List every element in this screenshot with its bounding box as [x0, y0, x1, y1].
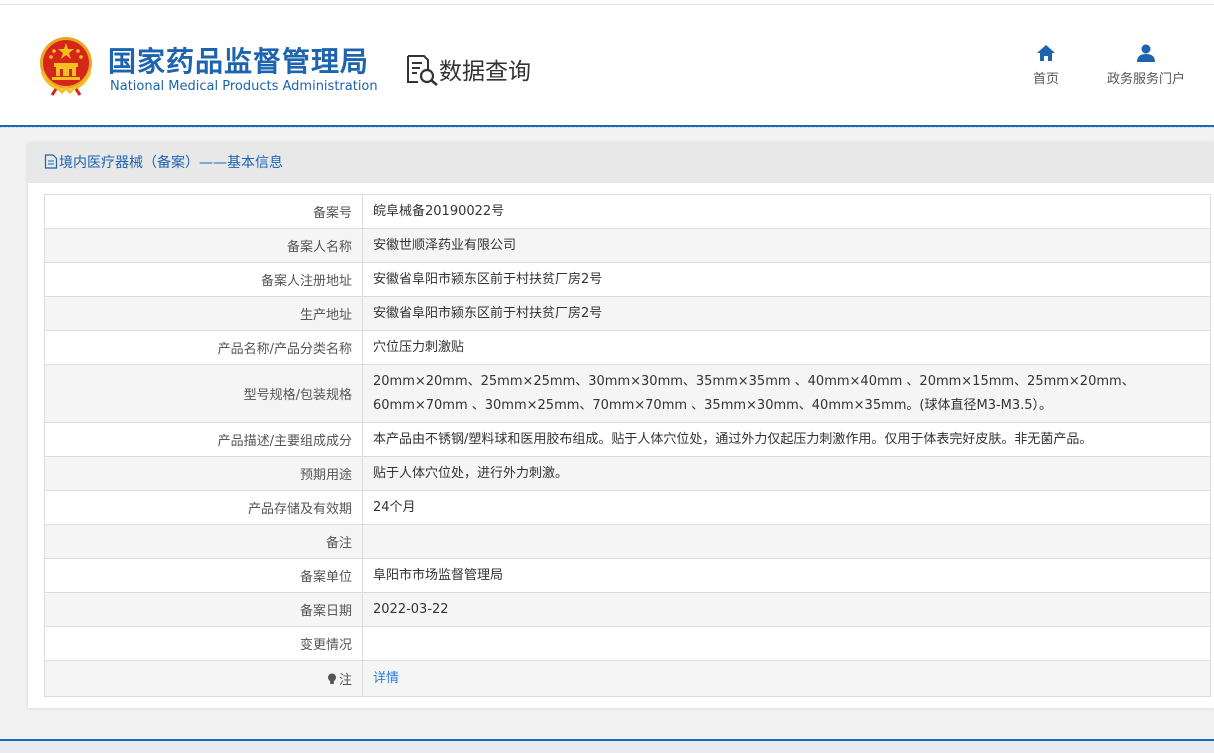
panel-title-bar: 境内医疗器械（备案）——基本信息 — [28, 143, 1214, 183]
row-value: 安徽省阜阳市颍东区前于村扶贫厂房2号 — [362, 262, 1211, 297]
nav-portal-label: 政务服务门户 — [1106, 72, 1185, 87]
row-label: 产品描述/主要组成成分 — [44, 422, 363, 457]
table-row: 备案人注册地址 安徽省阜阳市颍东区前于村扶贫厂房2号 — [44, 262, 1211, 297]
row-label: 产品名称/产品分类名称 — [44, 330, 363, 365]
note-label: 注 — [338, 673, 352, 688]
brand-title-en[interactable]: National Medical Products Administration — [110, 79, 378, 94]
table-row: 备案号 皖阜械备20190022号 — [44, 194, 1211, 229]
row-label: 备案人注册地址 — [44, 262, 363, 297]
row-value: 安徽省阜阳市颍东区前于村扶贫厂房2号 — [362, 296, 1211, 331]
table-row: 注 详情 — [44, 660, 1211, 697]
bulb-icon — [327, 673, 336, 684]
row-value: 24个月 — [362, 490, 1211, 525]
table-row: 型号规格/包装规格 20mm×20mm、25mm×25mm、30mm×30mm、… — [44, 364, 1211, 423]
row-label: 预期用途 — [44, 456, 363, 491]
row-label: 备案单位 — [44, 558, 363, 593]
table-row: 预期用途 贴于人体穴位处，进行外力刺激。 — [44, 456, 1211, 491]
panel-title: 境内医疗器械（备案）——基本信息 — [59, 155, 283, 171]
row-value: 贴于人体穴位处，进行外力刺激。 — [362, 456, 1211, 491]
row-value: 皖阜械备20190022号 — [362, 194, 1211, 229]
row-label: 生产地址 — [44, 296, 363, 331]
table-row: 产品描述/主要组成成分 本产品由不锈钢/塑料球和医用胶布组成。贴于人体穴位处，通… — [44, 422, 1211, 457]
table-row: 备案日期 2022-03-22 — [44, 592, 1211, 627]
header-top-divider — [0, 4, 1214, 5]
row-label: 备案日期 — [44, 592, 363, 627]
row-label: 产品存储及有效期 — [44, 490, 363, 525]
table-row: 生产地址 安徽省阜阳市颍东区前于村扶贫厂房2号 — [44, 296, 1211, 331]
data-query-label: 数据查询 — [439, 59, 531, 85]
row-label: 备注 — [44, 524, 363, 559]
table-row: 产品存储及有效期 24个月 — [44, 490, 1211, 525]
nav-home-label: 首页 — [1032, 72, 1059, 87]
nav-service-portal[interactable]: 政务服务门户 — [1100, 44, 1192, 87]
row-value: 穴位压力刺激贴 — [362, 330, 1211, 365]
row-value: 20mm×20mm、25mm×25mm、30mm×30mm、35mm×35mm … — [362, 364, 1211, 423]
row-value: 本产品由不锈钢/塑料球和医用胶布组成。贴于人体穴位处，通过外力仅起压力刺激作用。… — [362, 422, 1211, 457]
row-label: 注 — [44, 660, 363, 697]
user-icon — [1137, 44, 1155, 62]
brand-title-cn[interactable]: 国家药品监督管理局 — [108, 40, 369, 80]
row-value: 2022-03-22 — [362, 592, 1211, 627]
row-value — [362, 626, 1211, 661]
nav-home[interactable]: 首页 — [1026, 44, 1066, 87]
table-row: 备注 — [44, 524, 1211, 559]
row-label: 型号规格/包装规格 — [44, 364, 363, 423]
record-info-table: 备案号 皖阜械备20190022号 备案人名称 安徽世顺泽药业有限公司 备案人注… — [44, 194, 1211, 697]
row-value: 安徽世顺泽药业有限公司 — [362, 228, 1211, 263]
row-value — [362, 524, 1211, 559]
row-value: 详情 — [362, 660, 1211, 697]
header-dotted-divider — [0, 127, 1214, 128]
row-label: 变更情况 — [44, 626, 363, 661]
document-search-icon — [407, 55, 438, 86]
row-label: 备案人名称 — [44, 228, 363, 263]
details-link[interactable]: 详情 — [373, 671, 399, 686]
national-emblem-icon[interactable] — [38, 36, 94, 96]
home-icon — [1037, 45, 1055, 61]
row-value: 阜阳市市场监督管理局 — [362, 558, 1211, 593]
table-row: 变更情况 — [44, 626, 1211, 661]
detail-panel: 境内医疗器械（备案）——基本信息 备案号 皖阜械备20190022号 备案人名称… — [28, 143, 1214, 708]
document-icon — [44, 154, 58, 169]
row-label: 备案号 — [44, 194, 363, 229]
site-header: 国家药品监督管理局 National Medical Products Admi… — [0, 0, 1214, 127]
table-row: 备案人名称 安徽世顺泽药业有限公司 — [44, 228, 1211, 263]
table-row: 备案单位 阜阳市市场监督管理局 — [44, 558, 1211, 593]
table-row: 产品名称/产品分类名称 穴位压力刺激贴 — [44, 330, 1211, 365]
